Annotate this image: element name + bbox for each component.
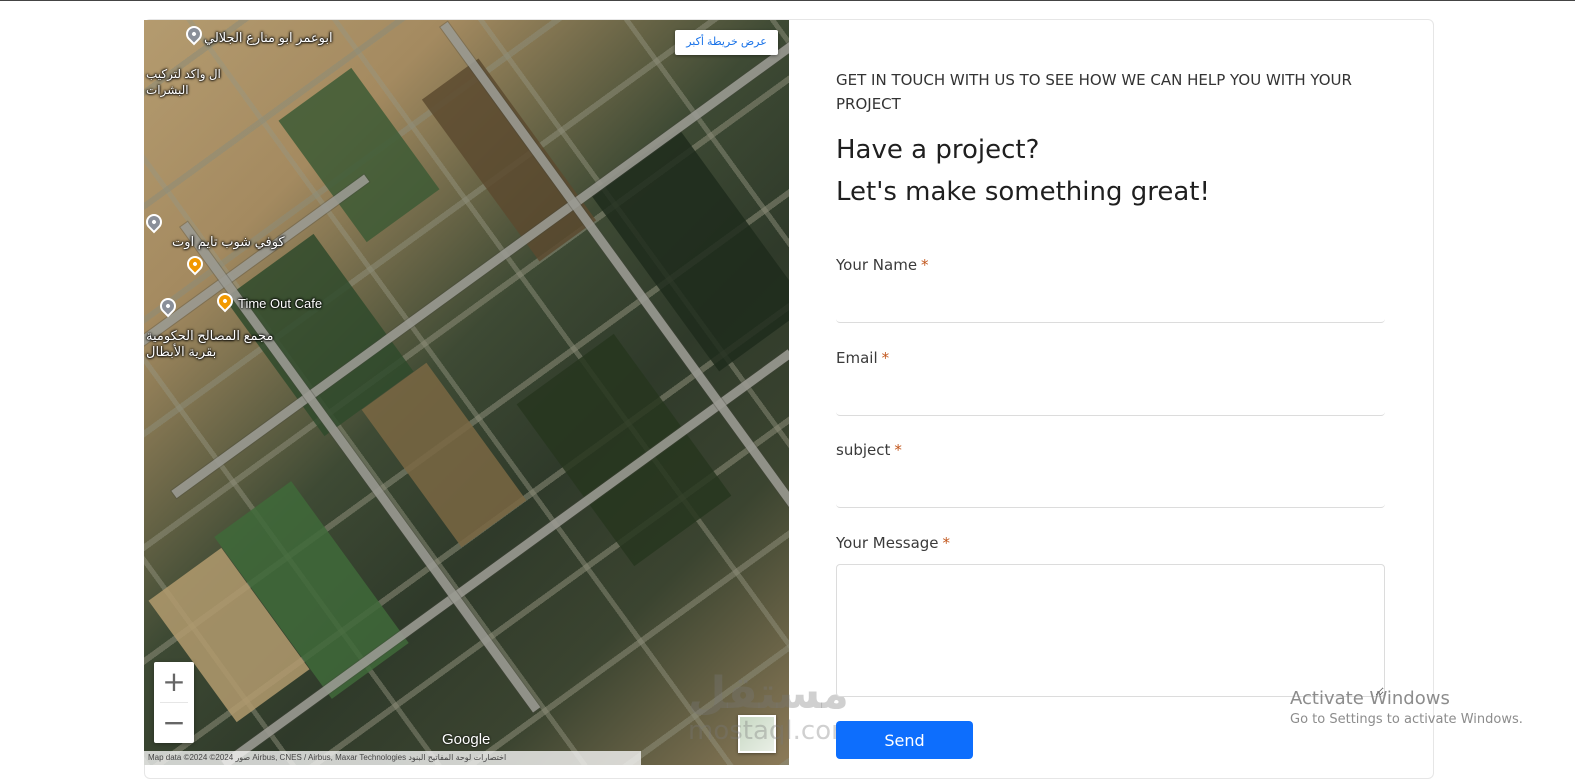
top-rule (0, 0, 1575, 1)
message-textarea[interactable] (836, 564, 1385, 697)
required-mark: * (894, 441, 902, 459)
map-place-label[interactable]: كوفي شوب تايم اوت (172, 234, 285, 250)
zoom-out-button[interactable]: − (154, 703, 194, 743)
email-label-text: Email (836, 349, 878, 367)
activate-windows-notice: Activate Windows Go to Settings to activ… (1290, 688, 1523, 730)
required-mark: * (921, 256, 929, 274)
name-label: Your Name * (836, 256, 929, 274)
email-label: Email * (836, 349, 889, 367)
message-label-text: Your Message (836, 534, 939, 552)
headline-line-1: Have a project? (836, 135, 1040, 165)
map-place-label[interactable]: Time Out Cafe (238, 296, 322, 311)
google-logo: Google (442, 731, 491, 748)
map-attribution: Map data ©2024 ©2024 صور Airbus, CNES / … (144, 751, 641, 765)
activate-subtitle: Go to Settings to activate Windows. (1290, 712, 1523, 727)
map-place-label[interactable]: مجمع المصالح الحكومية بقرية الأبطال (146, 328, 286, 360)
map-field (278, 67, 440, 243)
zoom-in-button[interactable]: + (154, 662, 194, 702)
map-field (421, 58, 597, 262)
map-type-toggle[interactable] (738, 715, 776, 753)
view-larger-map-link[interactable]: عرض خريطة أكبر (675, 30, 778, 55)
headline-line-2: Let's make something great! (836, 177, 1210, 207)
contact-headline: Have a project? Let's make something gre… (836, 129, 1396, 213)
contact-kicker: GET IN TOUCH WITH US TO SEE HOW WE CAN H… (836, 71, 1352, 113)
name-label-text: Your Name (836, 256, 918, 274)
required-mark: * (942, 534, 951, 552)
map-place-label[interactable]: ابوعمر ابو منارع الجلالي (204, 30, 333, 46)
map-pin-icon[interactable] (182, 22, 206, 46)
message-label: Your Message * (836, 534, 950, 552)
embedded-map[interactable]: عرض خريطة أكبر ابوعمر ابو منارع الجلالي … (144, 20, 789, 765)
map-place-label[interactable]: ال واكد لتركيب البشرات (146, 66, 228, 98)
subject-label-text: subject (836, 441, 891, 459)
map-field (361, 362, 527, 548)
email-input[interactable] (836, 382, 1385, 416)
required-mark: * (881, 349, 890, 367)
map-zoom-control: + − (154, 662, 194, 743)
map-pin-icon[interactable] (144, 210, 166, 234)
name-input[interactable] (836, 289, 1385, 323)
send-button[interactable]: Send (836, 721, 973, 759)
subject-label: subject * (836, 441, 902, 459)
subject-input[interactable] (836, 474, 1385, 508)
activate-title: Activate Windows (1290, 688, 1450, 709)
